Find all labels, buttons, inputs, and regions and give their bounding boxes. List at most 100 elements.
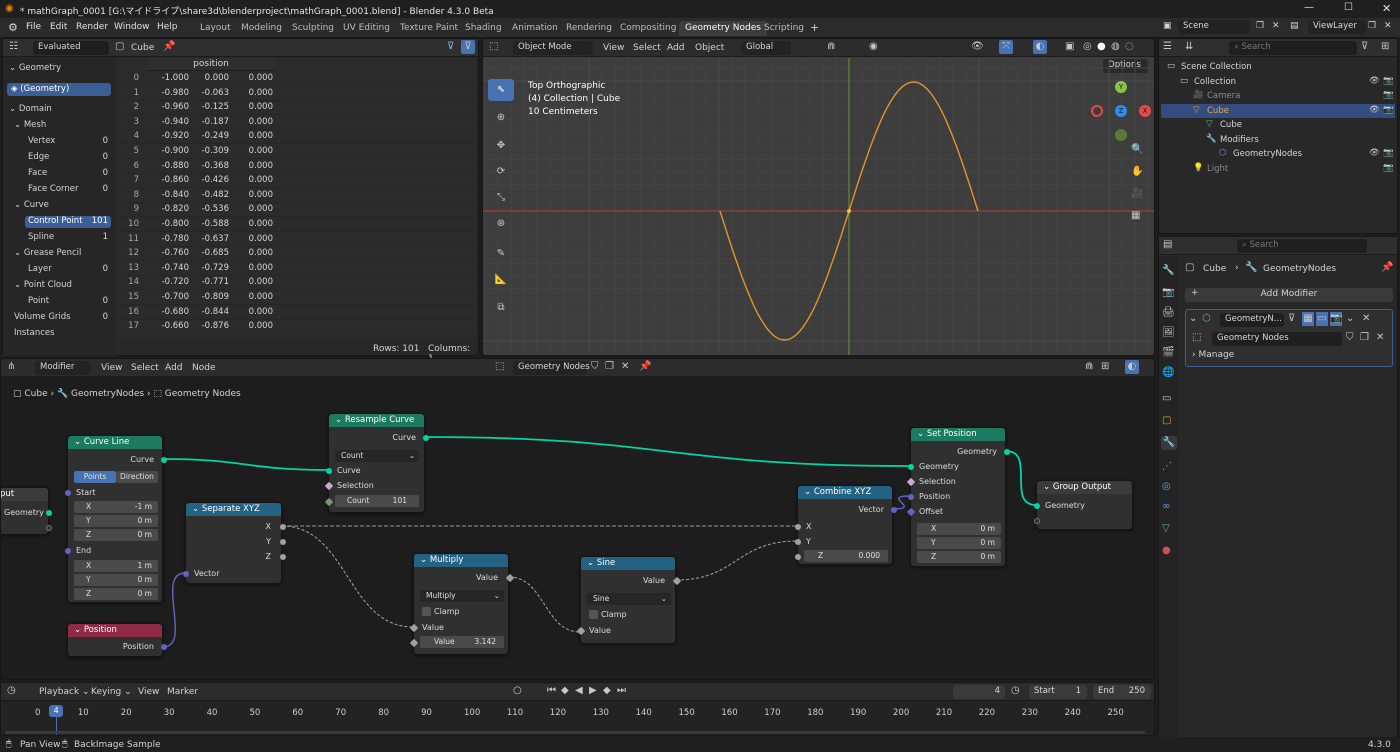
- end-y-field[interactable]: Y 0 m: [74, 574, 158, 586]
- start-z-field[interactable]: Z 0 m: [74, 529, 158, 541]
- render-camera-icon[interactable]: 📷: [1383, 90, 1394, 100]
- properties-search-input[interactable]: ⌕ Search: [1237, 239, 1367, 253]
- on-cage-toggle-icon[interactable]: ▦: [1302, 312, 1314, 326]
- navigation-gizmo[interactable]: Y Z X: [1087, 79, 1153, 141]
- blender-menu-icon[interactable]: ⚙: [8, 21, 18, 34]
- data-tab-icon[interactable]: ▽: [1162, 522, 1170, 536]
- table-row[interactable]: 2 -0.960 -0.125 0.000: [117, 101, 477, 116]
- render-camera-icon[interactable]: 📷: [1383, 76, 1394, 86]
- outliner-item[interactable]: ▽ Cube 👁 📷: [1161, 103, 1395, 118]
- table-row[interactable]: 4 -0.920 -0.249 0.000: [117, 130, 477, 145]
- viewport-menu-view[interactable]: View: [603, 43, 624, 53]
- timeline-ruler[interactable]: 0 10 20 30 40 50 60 70 80 90 100 110 120 130 140 150 160…: [1, 703, 1156, 737]
- menu-help[interactable]: Help: [157, 22, 178, 32]
- separate-x-socket[interactable]: [280, 524, 286, 530]
- curve-line-header[interactable]: ⌄ Curve Line: [68, 436, 162, 449]
- outliner-search-input[interactable]: ⌕ Search: [1229, 41, 1357, 55]
- multiply-node[interactable]: ⌄ Multiply Value Multiply ⌄ Clamp Value V…: [409, 553, 515, 655]
- jump-end-icon[interactable]: ⏭: [617, 684, 626, 698]
- combine-y-socket[interactable]: [795, 539, 801, 545]
- pan-hand-icon[interactable]: ✋: [1131, 165, 1143, 179]
- group-output-header[interactable]: ⌄ Group Output: [1037, 481, 1132, 494]
- tab-shading[interactable]: Shading: [459, 21, 508, 36]
- timeline-menu-marker[interactable]: Marker: [167, 687, 198, 697]
- domain-section-header[interactable]: ⌄ Domain: [9, 104, 52, 114]
- select-box-tool-icon[interactable]: ⬉: [488, 79, 514, 101]
- setpos-out-socket[interactable]: [1004, 449, 1010, 455]
- constraints-tab-icon[interactable]: ∞: [1162, 500, 1170, 514]
- table-row[interactable]: 0 -1.000 0.000 0.000: [117, 72, 477, 86]
- menu-file[interactable]: File: [26, 22, 41, 32]
- close-icon[interactable]: ✕: [1382, 2, 1391, 15]
- viewport-editor-type-icon[interactable]: ⬚: [489, 40, 498, 54]
- fake-user-icon[interactable]: ⛉: [1346, 331, 1354, 345]
- timeline-editor-type-icon[interactable]: ◷: [7, 684, 16, 698]
- timeline-menu-view[interactable]: View: [138, 687, 159, 697]
- combine-xyz-node[interactable]: ⌄ Combine XYZ Vector X Y Z 0.000: [795, 485, 897, 565]
- tab-layout[interactable]: Layout: [194, 21, 237, 36]
- table-row[interactable]: 13 -0.740 -0.729 0.000: [117, 262, 477, 276]
- resample-count-field[interactable]: Count 101: [335, 495, 419, 507]
- visibility-icon[interactable]: 👁: [1369, 148, 1380, 158]
- unlink-icon[interactable]: ✕: [1376, 331, 1384, 345]
- start-y-field[interactable]: Y 0 m: [74, 515, 158, 527]
- collapse-chevron-icon[interactable]: ⌄: [1189, 312, 1197, 326]
- render-tab-icon[interactable]: 📷: [1162, 286, 1174, 300]
- offset-y-field[interactable]: Y 0 m: [917, 537, 1001, 549]
- outliner-item[interactable]: ⬡ GeometryNodes 👁 📷: [1161, 147, 1395, 161]
- mode-points-button[interactable]: Points: [74, 471, 116, 483]
- offset-z-field[interactable]: Z 0 m: [917, 551, 1001, 563]
- maximize-icon[interactable]: ☐: [1344, 2, 1353, 13]
- timeline-scrollbar[interactable]: [5, 731, 1145, 734]
- spreadsheet-editor-type-icon[interactable]: ☷: [9, 40, 18, 54]
- overlay-icon[interactable]: ◐: [1033, 40, 1047, 54]
- outliner-item[interactable]: ▭ Collection 👁 📷: [1161, 75, 1395, 89]
- collection-tab-icon[interactable]: ▭: [1162, 392, 1171, 406]
- socket-extension[interactable]: [46, 525, 52, 531]
- duplicate-icon[interactable]: ❐: [1360, 331, 1369, 345]
- domain-item[interactable]: Edge 0: [25, 152, 111, 164]
- material-tab-icon[interactable]: ●: [1162, 544, 1171, 558]
- pin-icon[interactable]: 📌: [163, 40, 175, 54]
- sine-op-dropdown[interactable]: Sine ⌄: [587, 593, 671, 605]
- menu-window[interactable]: Window: [114, 22, 150, 32]
- wireframe-shading-icon[interactable]: ◎: [1083, 40, 1092, 54]
- solid-shading-icon[interactable]: ●: [1097, 40, 1106, 54]
- modifier-tab-icon[interactable]: 🔧: [1161, 436, 1177, 450]
- filter-icon[interactable]: ⊽: [447, 40, 454, 54]
- orientation-dropdown[interactable]: Global: [741, 41, 791, 55]
- table-row[interactable]: 3 -0.940 -0.187 0.000: [117, 116, 477, 130]
- add-workspace-icon[interactable]: +: [810, 21, 819, 34]
- material-shading-icon[interactable]: ◍: [1111, 40, 1120, 54]
- table-row[interactable]: 6 -0.880 -0.368 0.000: [117, 160, 477, 174]
- prev-keyframe-icon[interactable]: ◆: [561, 684, 569, 698]
- tab-rendering[interactable]: Rendering: [560, 21, 618, 36]
- multiply-clamp-checkbox[interactable]: [422, 607, 431, 616]
- world-tab-icon[interactable]: 🌐: [1162, 366, 1174, 380]
- viewport-toggle-icon[interactable]: ▭: [1316, 312, 1328, 326]
- mode-direction-button[interactable]: Direction: [116, 471, 158, 483]
- set-position-node[interactable]: ⌄ Set Position Geometry Geometry Selecti…: [906, 427, 1010, 567]
- funnel-icon[interactable]: ⊽: [461, 40, 475, 54]
- domain-item[interactable]: ⌄ Point Cloud: [11, 280, 111, 292]
- table-row[interactable]: 10 -0.800 -0.588 0.000: [117, 218, 477, 232]
- sine-header[interactable]: ⌄ Sine: [581, 557, 675, 570]
- start-x-field[interactable]: X -1 m: [74, 501, 158, 513]
- scene-browse-icon[interactable]: ❐: [1256, 21, 1264, 31]
- outliner-item[interactable]: ▽ Cube: [1161, 118, 1395, 132]
- domain-item[interactable]: Volume Grids 0: [11, 312, 111, 324]
- table-row[interactable]: 9 -0.820 -0.536 0.000: [117, 203, 477, 218]
- separate-vector-socket[interactable]: [183, 571, 189, 577]
- curve-line-start-socket[interactable]: [65, 490, 71, 496]
- play-reverse-icon[interactable]: ◀: [575, 684, 583, 698]
- domain-item[interactable]: Face 0: [25, 168, 111, 180]
- separate-xyz-header[interactable]: ⌄ Separate XYZ: [186, 503, 281, 516]
- output-extension-socket[interactable]: [1034, 518, 1040, 524]
- socket-output-geometry[interactable]: [46, 510, 52, 516]
- tab-modeling[interactable]: Modeling: [235, 21, 288, 36]
- domain-item[interactable]: Point 0: [25, 296, 111, 308]
- proportional-edit-icon[interactable]: ◉: [869, 40, 878, 54]
- outliner-item[interactable]: ▭ Scene Collection: [1161, 60, 1395, 74]
- domain-item[interactable]: Spline 1: [25, 232, 111, 244]
- cursor-tool-icon[interactable]: ⊕: [488, 107, 514, 129]
